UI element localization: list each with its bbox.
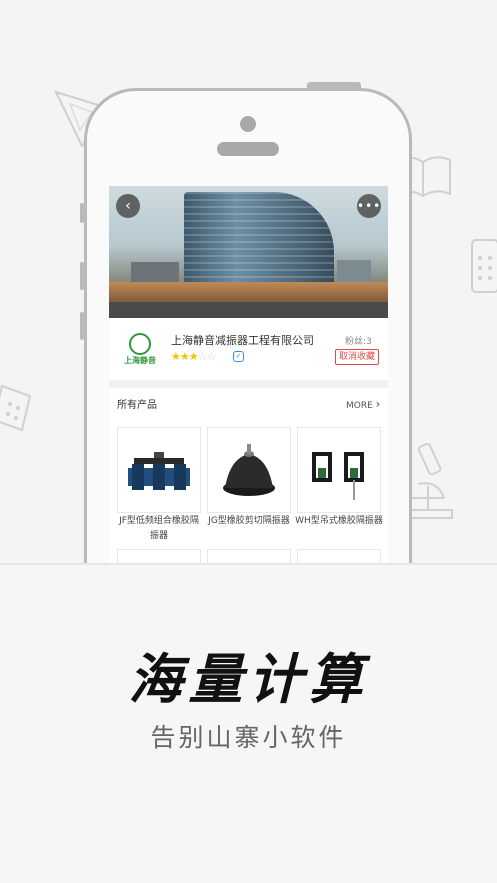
app-screen: ‹ ••• 上海静音 上海静音减振器工程有限公司 ★★★☆☆ ✓ 粉丝:3 取消… [109, 186, 388, 563]
phone-volume-down [80, 312, 84, 340]
star-icon: ★ [171, 350, 181, 363]
product-card[interactable] [207, 427, 291, 513]
star-icon: ★ [179, 350, 190, 363]
star-icon: ★ [188, 350, 199, 363]
phone-speaker [217, 142, 279, 156]
promo-subline: 告别山寨小软件 [150, 723, 347, 752]
banner-street [109, 302, 388, 318]
phone-camera [240, 116, 256, 132]
product-name: JF型低频组合橡胶隔振器 [119, 516, 199, 541]
logo-emblem [129, 333, 151, 355]
rating-stars: ★★★☆☆ [171, 350, 217, 363]
product-name: WH型吊式橡胶隔振器 [295, 516, 383, 526]
ellipsis-icon: ••• [357, 199, 382, 213]
company-name: 上海静音减振器工程有限公司 [171, 334, 314, 347]
product-card-partial[interactable] [207, 549, 291, 563]
more-label: MORE [346, 401, 373, 411]
phone-volume-up [80, 262, 84, 290]
verified-icon: ✓ [233, 351, 244, 362]
more-options-button[interactable]: ••• [357, 194, 381, 218]
product-card-partial[interactable] [117, 549, 201, 563]
calculator-doodle [471, 239, 497, 293]
product-image [223, 444, 275, 496]
banner-building-base [109, 282, 388, 304]
products-section-title: 所有产品 [117, 400, 157, 411]
product-card[interactable] [117, 427, 201, 513]
company-banner-image [109, 186, 388, 318]
star-empty-icon: ☆ [197, 350, 208, 363]
product-card[interactable] [297, 427, 381, 513]
logo-text: 上海静音 [124, 356, 156, 365]
chevron-right-icon: › [375, 397, 381, 411]
product-card-partial[interactable] [297, 549, 381, 563]
calculator-doodle-left [0, 384, 32, 432]
company-logo: 上海静音 [121, 333, 159, 367]
back-button[interactable]: ‹ [116, 194, 140, 218]
phone-mute-switch [80, 203, 84, 223]
fans-count: 粉丝:3 [345, 337, 372, 347]
chevron-left-icon: ‹ [125, 198, 131, 214]
promo-headline: 海量计算 [128, 648, 369, 711]
product-image [312, 452, 364, 500]
product-image [128, 452, 190, 490]
unfollow-button[interactable]: 取消收藏 [335, 349, 379, 365]
promo-top-area: ‹ ••• 上海静音 上海静音减振器工程有限公司 ★★★☆☆ ✓ 粉丝:3 取消… [0, 0, 497, 565]
star-empty-icon: ☆ [206, 350, 217, 363]
phone-power-button [307, 82, 361, 88]
more-products-link[interactable]: MORE › [346, 397, 380, 411]
product-name: JG型橡胶剪切隔振器 [208, 516, 290, 526]
